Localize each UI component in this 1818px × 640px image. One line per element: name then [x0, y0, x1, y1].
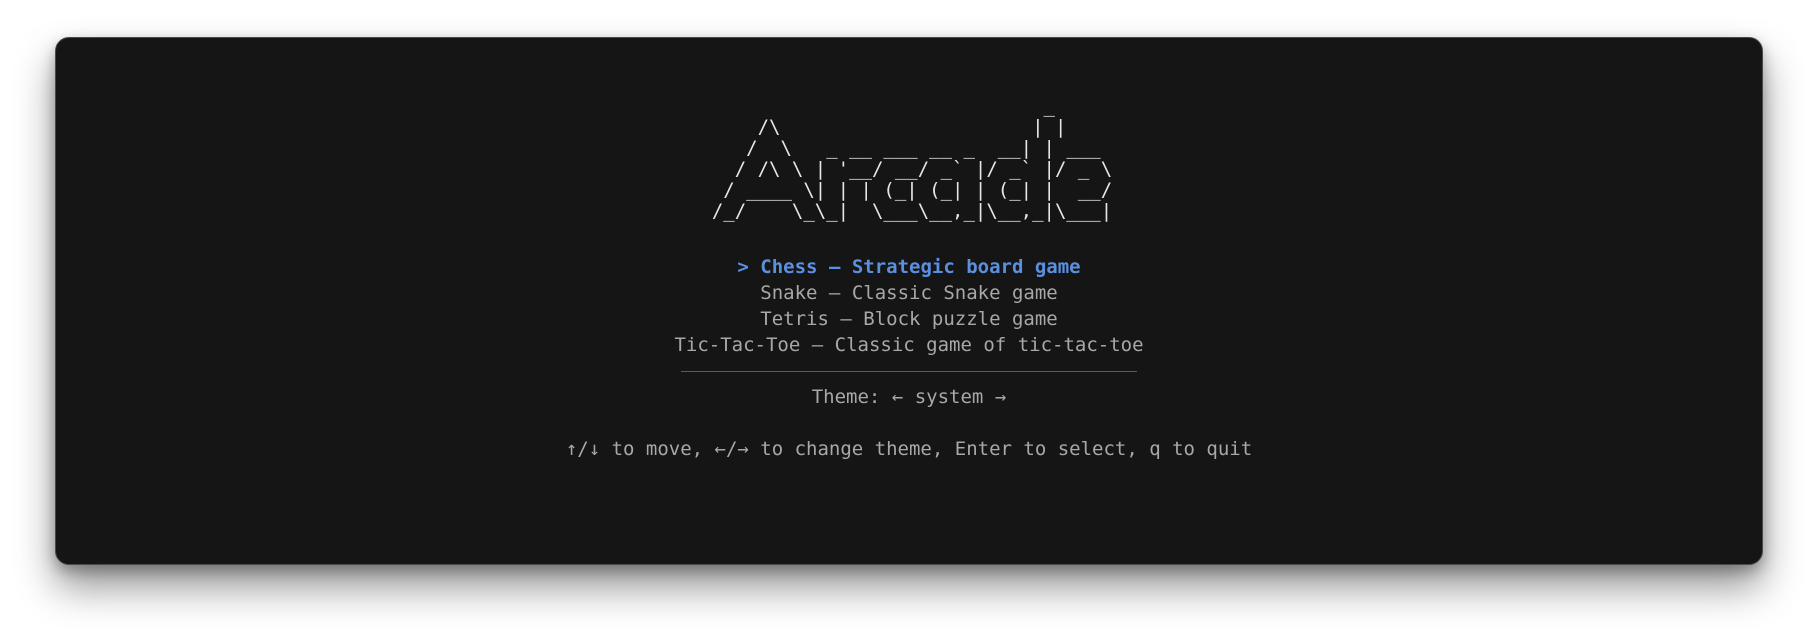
menu-item-description: Classic Snake game: [851, 282, 1058, 304]
theme-right-arrow-icon[interactable]: →: [995, 386, 1006, 408]
menu-item-separator: —: [811, 334, 824, 356]
menu-divider: [681, 371, 1137, 372]
menu-item-name: Chess: [760, 256, 818, 278]
menu-item-name: Tetris: [760, 308, 829, 330]
menu-item-name: Tic-Tac-Toe: [674, 334, 801, 356]
menu-item-description: Strategic board game: [851, 256, 1081, 278]
menu-item-snake[interactable]: Snake — Classic Snake game: [760, 280, 1057, 306]
menu-item-tetris[interactable]: Tetris — Block puzzle game: [760, 306, 1057, 332]
theme-value: system: [914, 386, 984, 408]
arcade-ascii-logo: _ /\ | | / \ _ __ ___ __ _ __| | ___ / /…: [711, 95, 1113, 222]
menu-item-tic-tac-toe[interactable]: Tic-Tac-Toe — Classic game of tic-tac-to…: [674, 332, 1143, 358]
theme-left-arrow-icon[interactable]: ←: [892, 386, 903, 408]
menu-item-separator: —: [840, 308, 852, 330]
game-menu: > Chess — Strategic board game Snake — C…: [674, 254, 1143, 358]
selection-pointer-icon: >: [737, 256, 749, 278]
theme-label: Theme:: [811, 386, 881, 408]
terminal-window: _ /\ | | / \ _ __ ___ __ _ __| | ___ / /…: [55, 37, 1763, 565]
arcade-menu-screen: _ /\ | | / \ _ __ ___ __ _ __| | ___ / /…: [56, 96, 1762, 462]
menu-item-separator: —: [828, 256, 841, 278]
menu-item-separator: —: [828, 282, 841, 304]
menu-item-description: Classic game of tic-tac-toe: [834, 334, 1144, 356]
keyboard-help-text: ↑/↓ to move, ←/→ to change theme, Enter …: [565, 438, 1253, 460]
menu-item-chess[interactable]: > Chess — Strategic board game: [737, 254, 1080, 280]
theme-selector[interactable]: Theme: ← system →: [812, 384, 1007, 410]
menu-item-name: Snake: [760, 282, 818, 304]
menu-item-description: Block puzzle game: [863, 308, 1058, 330]
